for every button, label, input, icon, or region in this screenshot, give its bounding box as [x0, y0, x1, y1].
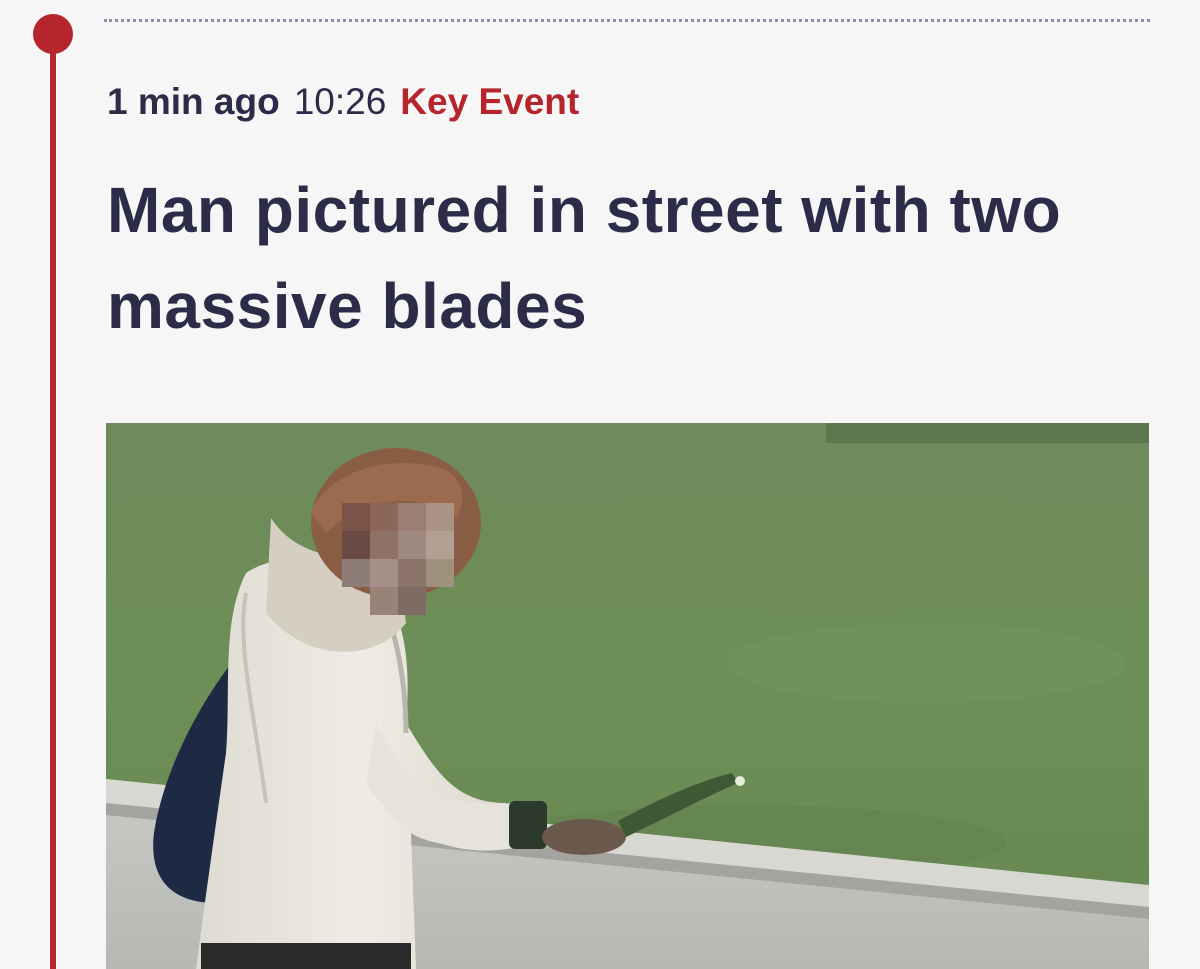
video-frame	[106, 423, 1149, 969]
entry-headline: Man pictured in street with two massive …	[107, 174, 1062, 342]
hedge-strip	[826, 423, 1149, 443]
timeline-dot-icon	[33, 14, 73, 54]
grass-texture	[726, 623, 1126, 703]
cuff	[509, 801, 547, 849]
blade-glint	[735, 776, 745, 786]
key-event-badge: Key Event	[400, 81, 580, 122]
trousers	[201, 943, 411, 969]
entry-divider	[104, 19, 1150, 22]
live-blog-entry: 1 min ago 10:26 Key Event Man pictured i…	[0, 0, 1200, 969]
entry-meta: 1 min ago 10:26 Key Event	[107, 78, 579, 126]
timeline-line	[50, 30, 56, 969]
entry-video[interactable]	[106, 423, 1149, 969]
hand	[542, 819, 626, 855]
relative-timestamp: 1 min ago	[107, 81, 280, 122]
timestamp[interactable]: 10:26	[294, 78, 387, 126]
